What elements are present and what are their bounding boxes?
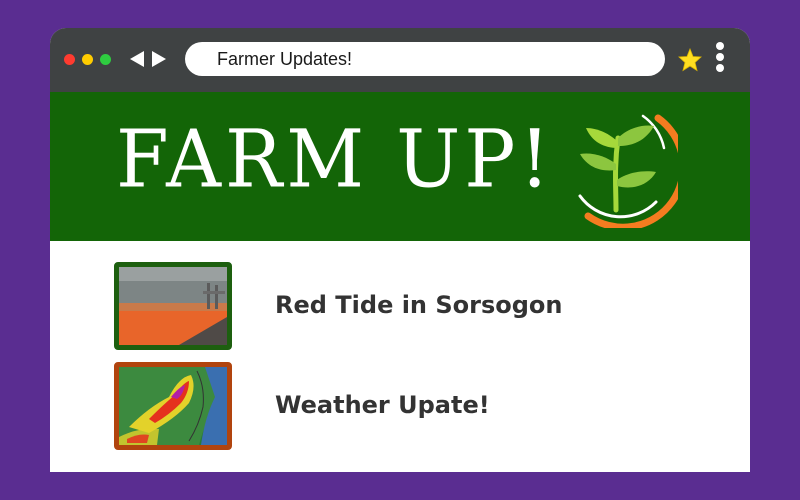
site-banner: FARM UP! — [50, 92, 750, 241]
weather-map-thumbnail[interactable] — [114, 362, 232, 450]
close-window-button[interactable] — [64, 54, 75, 65]
news-title[interactable]: Red Tide in Sorsogon — [275, 291, 563, 319]
kebab-menu-icon[interactable] — [714, 42, 726, 78]
star-icon[interactable] — [678, 47, 702, 76]
browser-window: Farmer Updates! FARM UP! Red Tide in Sor… — [50, 28, 750, 472]
red-tide-thumbnail[interactable] — [114, 262, 232, 350]
sprout-icon — [558, 98, 687, 232]
minimize-window-button[interactable] — [82, 54, 93, 65]
back-arrow-icon[interactable] — [128, 49, 146, 73]
news-title[interactable]: Weather Upate! — [275, 391, 490, 419]
forward-arrow-icon[interactable] — [150, 49, 168, 73]
address-bar-text: Farmer Updates! — [217, 49, 353, 69]
maximize-window-button[interactable] — [100, 54, 111, 65]
address-bar[interactable]: Farmer Updates! — [185, 42, 665, 76]
site-title: FARM UP! — [116, 111, 554, 206]
browser-toolbar: Farmer Updates! — [50, 28, 750, 92]
